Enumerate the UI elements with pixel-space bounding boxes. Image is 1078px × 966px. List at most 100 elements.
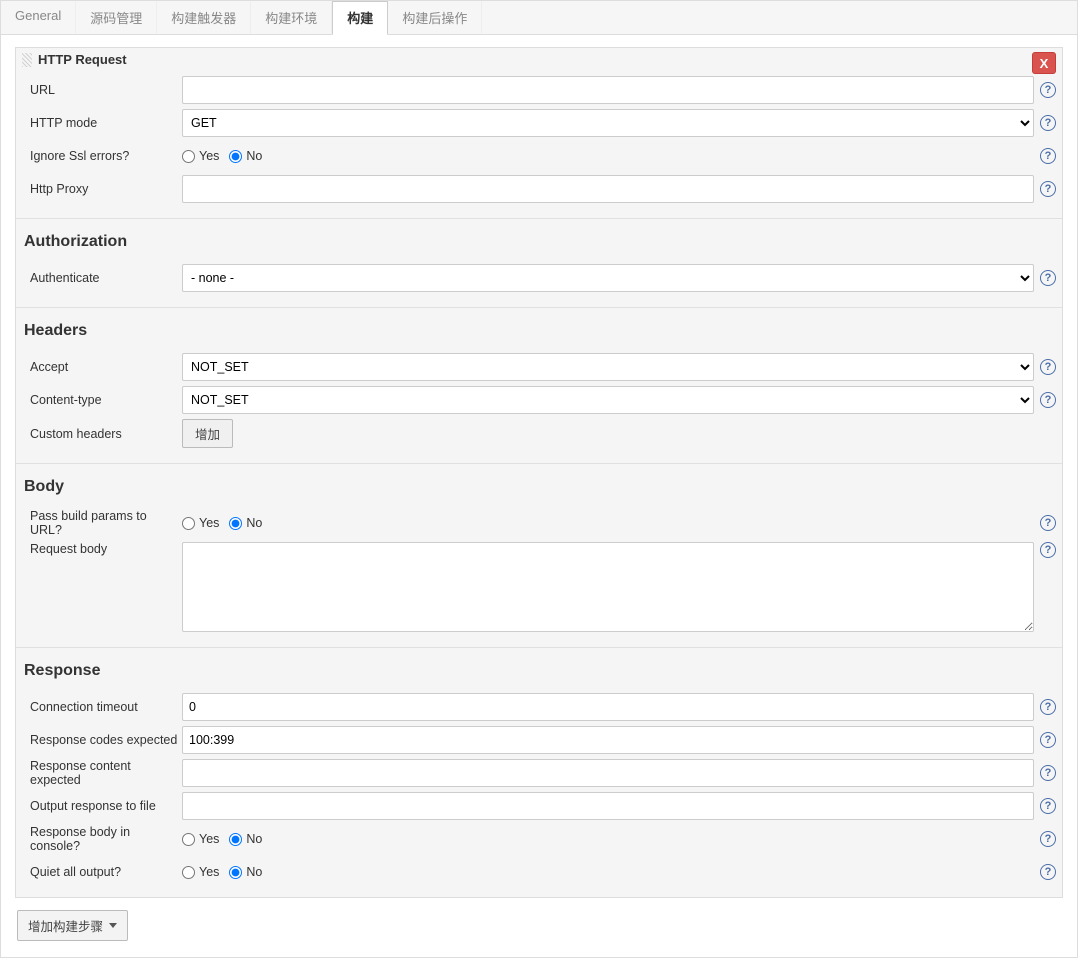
row-timeout: Connection timeout ?: [22, 693, 1056, 721]
section-title-authorization: Authorization: [22, 223, 1056, 259]
config-tab-bar: General 源码管理 构建触发器 构建环境 构建 构建后操作: [0, 0, 1078, 35]
label-response-codes: Response codes expected: [22, 733, 182, 747]
label-request-body: Request body: [22, 542, 182, 556]
help-icon[interactable]: ?: [1040, 270, 1056, 286]
row-content-type: Content-type NOT_SET ?: [22, 386, 1056, 414]
radio-yes-label: Yes: [199, 516, 219, 530]
response-section: Response Connection timeout ? Response c…: [16, 652, 1062, 897]
help-icon[interactable]: ?: [1040, 542, 1056, 558]
label-quiet-output: Quiet all output?: [22, 865, 182, 879]
label-pass-params: Pass build params to URL?: [22, 509, 182, 537]
pass-params-no-radio[interactable]: [229, 517, 242, 530]
accept-select[interactable]: NOT_SET: [182, 353, 1034, 381]
row-quiet-output: Quiet all output? Yes No ?: [22, 858, 1056, 886]
output-file-input[interactable]: [182, 792, 1034, 820]
label-ignore-ssl: Ignore Ssl errors?: [22, 149, 182, 163]
row-response-codes: Response codes expected ?: [22, 726, 1056, 754]
caret-down-icon: [109, 923, 117, 928]
help-icon[interactable]: ?: [1040, 732, 1056, 748]
panel-title: HTTP Request: [38, 52, 127, 67]
tab-build-triggers[interactable]: 构建触发器: [157, 1, 251, 34]
body-console-yes-radio[interactable]: [182, 833, 195, 846]
auth-section: Authorization Authenticate - none - ?: [16, 223, 1062, 303]
row-body-console: Response body in console? Yes No ?: [22, 825, 1056, 853]
row-http-mode: HTTP mode GET ?: [22, 109, 1056, 137]
radio-yes-label: Yes: [199, 832, 219, 846]
response-codes-input[interactable]: [182, 726, 1034, 754]
add-build-step-button[interactable]: 增加构建步骤: [17, 910, 128, 941]
help-icon[interactable]: ?: [1040, 699, 1056, 715]
tab-scm[interactable]: 源码管理: [76, 1, 157, 34]
label-body-console: Response body in console?: [22, 825, 182, 853]
add-build-step-label: 增加构建步骤: [28, 916, 103, 935]
panel-close-button[interactable]: X: [1032, 52, 1056, 74]
response-content-input[interactable]: [182, 759, 1034, 787]
tab-build[interactable]: 构建: [332, 1, 388, 35]
http-request-panel: HTTP Request X URL ? HTTP mode GET ?: [15, 47, 1063, 898]
body-console-no-radio[interactable]: [229, 833, 242, 846]
pass-params-yes-radio[interactable]: [182, 517, 195, 530]
radio-no-label: No: [246, 832, 262, 846]
row-pass-params: Pass build params to URL? Yes No ?: [22, 509, 1056, 537]
label-timeout: Connection timeout: [22, 700, 182, 714]
headers-section: Headers Accept NOT_SET ? Content-type NO…: [16, 312, 1062, 459]
row-url: URL ?: [22, 76, 1056, 104]
timeout-input[interactable]: [182, 693, 1034, 721]
label-http-proxy: Http Proxy: [22, 182, 182, 196]
radio-no-label: No: [246, 149, 262, 163]
help-icon[interactable]: ?: [1040, 864, 1056, 880]
label-content-type: Content-type: [22, 393, 182, 407]
url-input[interactable]: [182, 76, 1034, 104]
body-console-radio-group: Yes No: [182, 832, 268, 846]
help-icon[interactable]: ?: [1040, 359, 1056, 375]
help-icon[interactable]: ?: [1040, 115, 1056, 131]
content-type-select[interactable]: NOT_SET: [182, 386, 1034, 414]
ignore-ssl-no-radio[interactable]: [229, 150, 242, 163]
body-section: Body Pass build params to URL? Yes No ? …: [16, 468, 1062, 643]
ignore-ssl-radio-group: Yes No: [182, 149, 268, 163]
label-url: URL: [22, 83, 182, 97]
quiet-yes-radio[interactable]: [182, 866, 195, 879]
row-http-proxy: Http Proxy ?: [22, 175, 1056, 203]
quiet-no-radio[interactable]: [229, 866, 242, 879]
row-accept: Accept NOT_SET ?: [22, 353, 1056, 381]
radio-yes-label: Yes: [199, 149, 219, 163]
ignore-ssl-yes-radio[interactable]: [182, 150, 195, 163]
http-proxy-input[interactable]: [182, 175, 1034, 203]
row-authenticate: Authenticate - none - ?: [22, 264, 1056, 292]
label-output-file: Output response to file: [22, 799, 182, 813]
help-icon[interactable]: ?: [1040, 515, 1056, 531]
help-icon[interactable]: ?: [1040, 181, 1056, 197]
radio-no-label: No: [246, 516, 262, 530]
row-ignore-ssl: Ignore Ssl errors? Yes No ?: [22, 142, 1056, 170]
request-body-textarea[interactable]: [182, 542, 1034, 632]
authenticate-select[interactable]: - none -: [182, 264, 1034, 292]
help-icon[interactable]: ?: [1040, 831, 1056, 847]
tab-general[interactable]: General: [1, 1, 76, 34]
label-accept: Accept: [22, 360, 182, 374]
help-icon[interactable]: ?: [1040, 82, 1056, 98]
build-footer: 增加构建步骤: [11, 904, 1067, 947]
help-icon[interactable]: ?: [1040, 765, 1056, 781]
build-content: HTTP Request X URL ? HTTP mode GET ?: [0, 35, 1078, 958]
radio-yes-label: Yes: [199, 865, 219, 879]
help-icon[interactable]: ?: [1040, 148, 1056, 164]
label-authenticate: Authenticate: [22, 271, 182, 285]
pass-params-radio-group: Yes No: [182, 516, 268, 530]
tab-build-env[interactable]: 构建环境: [251, 1, 332, 34]
row-response-content: Response content expected ?: [22, 759, 1056, 787]
row-request-body: Request body ?: [22, 542, 1056, 632]
section-title-body: Body: [22, 468, 1056, 504]
section-title-response: Response: [22, 652, 1056, 688]
label-http-mode: HTTP mode: [22, 116, 182, 130]
row-custom-headers: Custom headers 增加: [22, 419, 1056, 448]
help-icon[interactable]: ?: [1040, 392, 1056, 408]
drag-handle-icon[interactable]: [22, 53, 32, 67]
panel-header: HTTP Request X: [16, 48, 1062, 71]
http-mode-select[interactable]: GET: [182, 109, 1034, 137]
label-response-content: Response content expected: [22, 759, 182, 787]
help-icon[interactable]: ?: [1040, 798, 1056, 814]
add-header-button[interactable]: 增加: [182, 419, 233, 448]
row-output-file: Output response to file ?: [22, 792, 1056, 820]
tab-post-build[interactable]: 构建后操作: [388, 1, 482, 34]
